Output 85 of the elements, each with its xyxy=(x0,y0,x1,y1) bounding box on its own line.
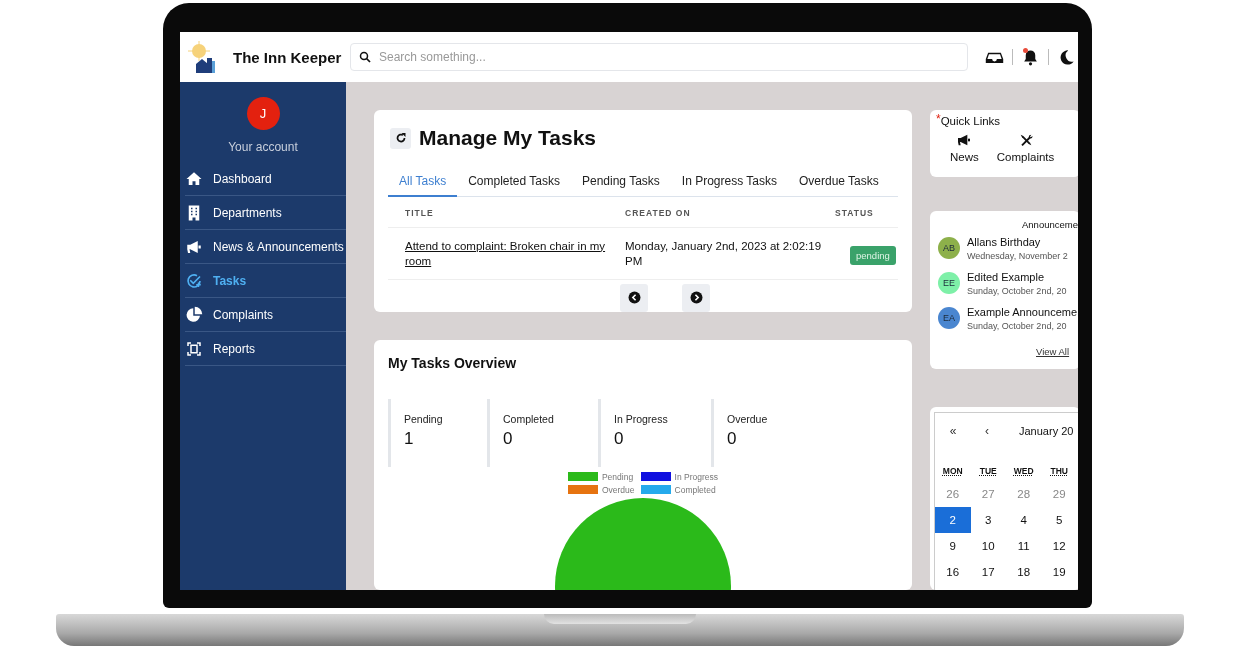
logo-icon xyxy=(186,40,216,74)
next-button[interactable] xyxy=(682,283,710,312)
stat-value: 0 xyxy=(503,428,514,449)
calendar-day[interactable]: 27 xyxy=(970,481,1006,508)
sidebar-item[interactable]: Dashboard xyxy=(185,162,346,196)
initials-avatar: EE xyxy=(938,272,960,295)
calendar-day[interactable]: 2 xyxy=(935,507,971,534)
refresh-button[interactable] xyxy=(390,127,411,149)
calendar-day[interactable]: 3 xyxy=(970,507,1006,534)
stat-value: 0 xyxy=(614,428,625,449)
tab[interactable]: Overdue Tasks xyxy=(787,168,890,197)
chevron-left-icon xyxy=(627,291,641,304)
calendar-day[interactable]: 5 xyxy=(1041,507,1077,534)
sidebar-item[interactable]: Tasks xyxy=(185,264,346,298)
refresh-icon xyxy=(394,132,407,144)
account-label: Your account xyxy=(227,140,299,154)
announcement-date: Sunday, October 2nd, 20 xyxy=(967,320,1068,331)
tab[interactable]: Completed Tasks xyxy=(457,168,571,197)
card-title: Quick Links xyxy=(940,115,1001,127)
calendar-day[interactable]: 10 xyxy=(970,533,1006,560)
legend-label: Overdue xyxy=(601,484,635,495)
megaphone-icon xyxy=(956,132,973,148)
calendar-day[interactable]: 28 xyxy=(1006,481,1042,508)
quick-link[interactable]: News xyxy=(950,132,979,163)
page-title: Manage My Tasks xyxy=(419,126,596,150)
search-field[interactable]: Search something... xyxy=(350,43,968,71)
stat-value: 1 xyxy=(404,428,415,449)
sidebar-item[interactable]: Reports xyxy=(185,332,346,366)
required-mark: * xyxy=(936,115,941,126)
pie-chart-icon xyxy=(185,305,203,324)
avatar[interactable]: J xyxy=(246,97,280,130)
app-title: The Inn Keeper xyxy=(233,48,343,66)
calendar-day[interactable]: 18 xyxy=(1006,559,1042,586)
sidebar-item[interactable]: Complaints xyxy=(185,298,346,332)
column-header: STATUS xyxy=(835,207,875,218)
initials-avatar: AB xyxy=(938,237,960,260)
stat-label: Overdue xyxy=(727,412,769,425)
calendar-nav-button[interactable]: ‹ xyxy=(971,424,1003,439)
previous-button[interactable] xyxy=(620,283,648,312)
calendar-day[interactable]: 11 xyxy=(1006,533,1042,560)
tab[interactable]: In Progress Tasks xyxy=(670,168,788,197)
calendar-day[interactable]: 9 xyxy=(935,533,971,560)
section-title: My Tasks Overview xyxy=(388,354,518,371)
calendar-day[interactable]: 26 xyxy=(935,481,971,508)
status-badge: pending xyxy=(850,245,896,265)
weekday-label: TUE xyxy=(978,465,998,479)
stat-label: Completed xyxy=(503,412,555,425)
month-label: January 20 xyxy=(1019,425,1074,438)
legend-label: In Progress xyxy=(674,471,719,482)
calendar-day[interactable]: 12 xyxy=(1041,533,1077,560)
sidebar-item[interactable]: Departments xyxy=(185,196,346,230)
weekday-label: MON xyxy=(941,465,964,479)
task-link[interactable]: Attend to complaint: Broken chair in my room xyxy=(405,238,625,269)
card-title: Announceme xyxy=(1021,218,1078,230)
stat-value: 0 xyxy=(727,428,738,449)
calendar-day[interactable]: 16 xyxy=(935,559,971,586)
announcement-title[interactable]: Example Announceme xyxy=(967,305,1078,318)
announcement-title[interactable]: Allans Birthday xyxy=(967,235,1068,248)
column-header: CREATED ON xyxy=(625,207,692,218)
stat-label: In Progress xyxy=(614,412,669,425)
chevron-right-icon xyxy=(689,291,703,304)
check-circle-icon xyxy=(185,271,203,290)
column-header: TITLE xyxy=(405,207,435,218)
sidebar-item[interactable]: News & Announcements xyxy=(185,230,346,264)
tab[interactable]: All Tasks xyxy=(388,168,458,197)
legend-label: Pending xyxy=(601,471,634,482)
tab[interactable]: Pending Tasks xyxy=(570,168,671,197)
weekday-label: THU xyxy=(1049,465,1069,479)
calendar-day[interactable]: 19 xyxy=(1041,559,1077,586)
calendar-day[interactable]: 4 xyxy=(1006,507,1042,534)
calendar-day[interactable]: 17 xyxy=(970,559,1006,586)
quick-link[interactable]: Complaints xyxy=(996,132,1055,163)
initials-avatar: EA xyxy=(938,307,960,330)
document-scan-icon xyxy=(185,339,203,358)
table-cell-text: Monday, January 2nd, 2023 at 2:02:19 PM xyxy=(625,238,823,269)
announcement-date: Wednesday, November 2 xyxy=(967,250,1068,261)
announcement-title[interactable]: Edited Example xyxy=(967,270,1067,283)
stat-label: Pending xyxy=(404,412,444,425)
view-all-link[interactable]: View All xyxy=(1036,345,1070,357)
search-icon xyxy=(359,51,371,63)
calendar-nav-button[interactable]: « xyxy=(937,424,969,439)
calendar-day[interactable]: 29 xyxy=(1041,481,1077,508)
legend-label: Completed xyxy=(674,484,716,495)
announcement-date: Sunday, October 2nd, 20 xyxy=(967,285,1067,296)
weekday-label: WED xyxy=(1012,465,1035,479)
